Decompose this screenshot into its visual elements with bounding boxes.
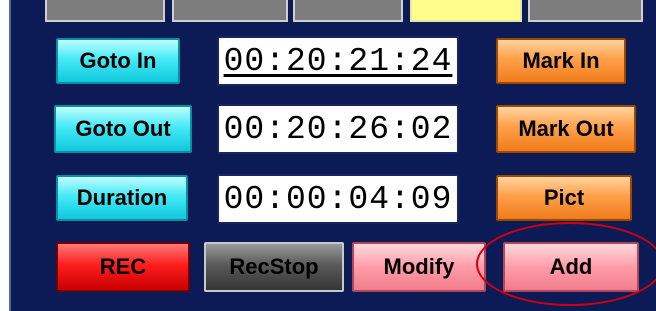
pict-button[interactable]: Pict — [496, 175, 632, 221]
goto-in-button[interactable]: Goto In — [56, 38, 180, 84]
modify-button[interactable]: Modify — [352, 242, 486, 292]
duration-button[interactable]: Duration — [56, 175, 188, 221]
in-timecode-field[interactable]: 00:20:21:24 — [217, 36, 459, 86]
rec-stop-button[interactable]: RecStop — [204, 242, 344, 292]
rec-button[interactable]: REC — [56, 242, 190, 292]
panel-border — [9, 0, 11, 311]
duration-timecode-field[interactable]: 00:00:04:09 — [217, 174, 459, 224]
mark-in-button[interactable]: Mark In — [496, 38, 626, 84]
top-button-1[interactable] — [45, 0, 165, 22]
in-timecode-value: 00:20:21:24 — [223, 42, 453, 80]
mark-out-button[interactable]: Mark Out — [496, 105, 636, 153]
top-button-2[interactable] — [172, 0, 288, 22]
out-timecode-field[interactable]: 00:20:26:02 — [217, 104, 459, 154]
add-button[interactable]: Add — [503, 242, 639, 292]
top-button-5[interactable] — [528, 0, 643, 22]
top-button-selected[interactable] — [410, 0, 522, 22]
goto-out-button[interactable]: Goto Out — [54, 105, 192, 153]
top-button-3[interactable] — [293, 0, 403, 22]
